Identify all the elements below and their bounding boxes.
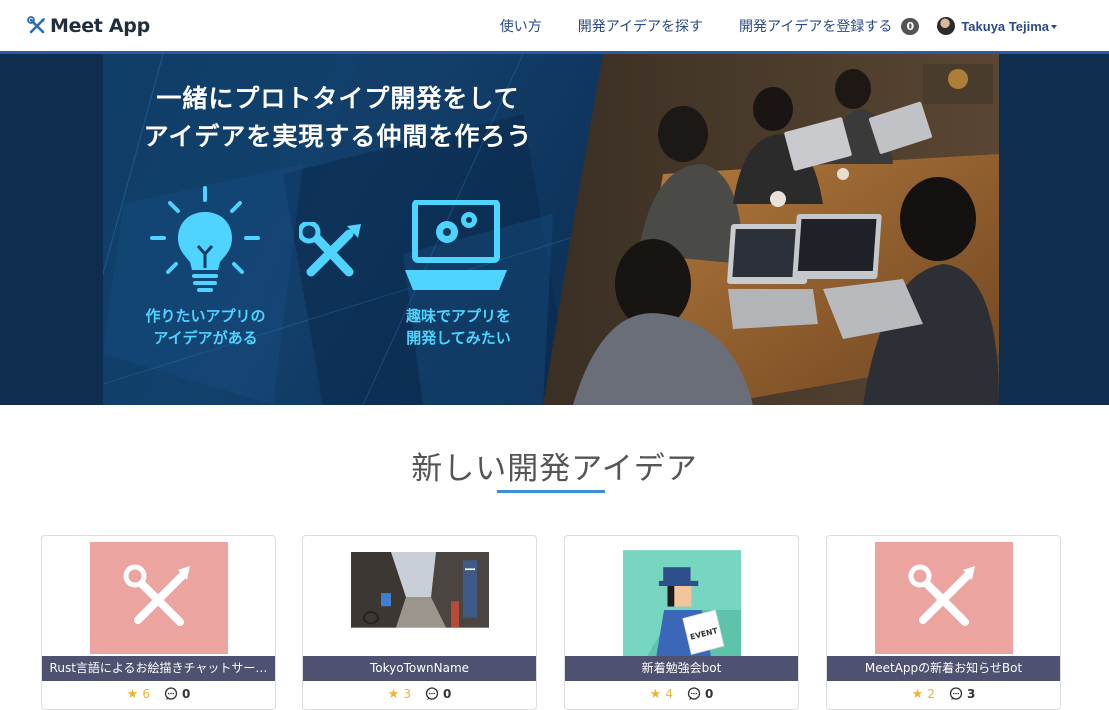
- hero-banner: 一緒にプロトタイプ開発をして アイデアを実現する仲間を作ろう 作りたいアプリの …: [103, 54, 999, 405]
- caption-have-idea: 作りたいアプリの アイデアがある: [133, 305, 278, 349]
- nav-register-idea[interactable]: 開発アイデアを登録する: [739, 16, 892, 36]
- comment-count: 0: [442, 687, 452, 701]
- star-count: 3: [403, 687, 411, 701]
- comment-count: 0: [704, 687, 714, 701]
- comment-count: 0: [181, 687, 191, 701]
- idea-title: MeetAppの新着お知らせBot: [827, 656, 1060, 681]
- caption-have-idea-line-1: 作りたいアプリの: [145, 307, 266, 325]
- star-count: 6: [142, 687, 150, 701]
- comment-count: 3: [966, 687, 976, 701]
- star-count: 2: [927, 687, 935, 701]
- tools-logo-icon: [27, 16, 45, 34]
- hero-title-line-1: 一緒にプロトタイプ開発をして: [156, 84, 520, 113]
- nav-how-to-use[interactable]: 使い方: [500, 16, 542, 36]
- hero-title: 一緒にプロトタイプ開発をして アイデアを実現する仲間を作ろう: [103, 80, 573, 156]
- comment-icon: [425, 687, 439, 700]
- hero-title-line-2: アイデアを実現する仲間を作ろう: [143, 122, 533, 151]
- main-nav: 使い方 開発アイデアを探す 開発アイデアを登録する 0 Takuya Tejim…: [500, 0, 1109, 52]
- tools-icon: [875, 542, 1013, 654]
- section-title: 新しい開発アイデア: [411, 451, 698, 487]
- star-count: 4: [665, 687, 673, 701]
- idea-card[interactable]: Rust言語によるお絵描きチャットサー… ★ 6 0: [41, 535, 276, 710]
- street-photo: [351, 552, 489, 628]
- nav-find-ideas[interactable]: 開発アイデアを探す: [578, 16, 703, 36]
- laptop-gears-icon: [405, 200, 507, 290]
- caption-hobby-dev-line-2: 開発してみたい: [406, 329, 511, 347]
- avatar: [937, 17, 956, 35]
- comment-icon: [164, 687, 178, 700]
- caption-hobby-dev-line-1: 趣味でアプリを: [405, 307, 511, 325]
- caption-have-idea-line-2: アイデアがある: [153, 329, 258, 347]
- idea-stats: ★ 6 0: [42, 684, 275, 704]
- idea-card[interactable]: TokyoTownName ★ 3 0: [302, 535, 537, 710]
- tools-icon: [90, 542, 228, 654]
- comment-icon: [949, 687, 963, 700]
- star-icon: ★: [387, 686, 400, 702]
- notification-badge[interactable]: 0: [901, 17, 920, 35]
- star-icon: ★: [649, 686, 662, 702]
- caption-hobby-dev: 趣味でアプリを 開発してみたい: [386, 305, 531, 349]
- idea-card[interactable]: MeetAppの新着お知らせBot ★ 2 3: [826, 535, 1061, 710]
- user-name: Takuya Tejima: [961, 18, 1049, 34]
- top-navbar: Meet App 使い方 開発アイデアを探す 開発アイデアを登録する 0 Tak…: [0, 0, 1109, 54]
- wrench-pen-icon: [299, 222, 361, 277]
- section-underline: [497, 490, 605, 493]
- idea-title: 新着勉強会bot: [565, 656, 798, 681]
- logo-text: Meet App: [50, 15, 150, 37]
- lightbulb-icon: [150, 186, 260, 292]
- idea-title: Rust言語によるお絵描きチャットサー…: [42, 656, 275, 681]
- idea-card[interactable]: EVENT 新着勉強会bot ★ 4 0: [564, 535, 799, 710]
- app-logo[interactable]: Meet App: [27, 13, 150, 39]
- idea-stats: ★ 4 0: [565, 684, 798, 704]
- star-icon: ★: [126, 686, 139, 702]
- idea-stats: ★ 2 3: [827, 684, 1060, 704]
- idea-title: TokyoTownName: [303, 656, 536, 681]
- team-photo: [543, 54, 999, 405]
- idea-stats: ★ 3 0: [303, 684, 536, 704]
- star-icon: ★: [911, 686, 924, 702]
- user-menu[interactable]: Takuya Tejima: [937, 17, 1057, 35]
- comment-icon: [687, 687, 701, 700]
- mailman-illustration: EVENT: [623, 550, 741, 657]
- caret-down-icon: [1051, 25, 1057, 29]
